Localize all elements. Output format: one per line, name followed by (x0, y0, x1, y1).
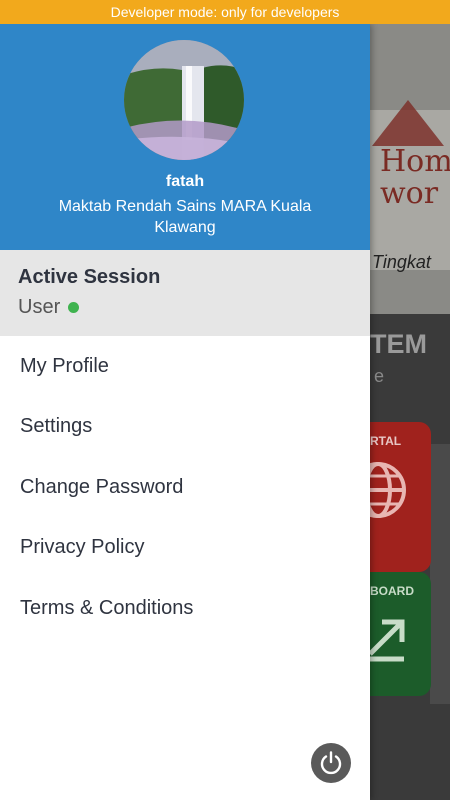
menu-item-label: My Profile (20, 354, 109, 377)
menu-item-terms-conditions[interactable]: Terms & Conditions (0, 578, 370, 639)
menu-item-change-password[interactable]: Change Password (0, 457, 370, 518)
section-subtitle: e (374, 366, 385, 386)
dashboard-card[interactable]: BOARD (370, 572, 431, 696)
user-school: Maktab Rendah Sains MARA Kuala Klawang (58, 198, 312, 236)
user-name: fatah (165, 173, 205, 190)
dashboard-card-label: BOARD (370, 584, 414, 598)
section-title: TEM (370, 329, 427, 359)
developer-mode-text: Developer mode: only for developers (110, 4, 340, 20)
session-role: User (18, 296, 80, 319)
developer-mode-banner: Developer mode: only for developers (0, 0, 450, 24)
menu-item-my-profile[interactable]: My Profile (0, 336, 370, 397)
menu-item-label: Terms & Conditions (20, 596, 194, 619)
portal-card-label: RTAL (370, 434, 402, 448)
drawer-menu: My Profile Settings Change Password Priv… (0, 336, 370, 639)
expand-arrow-icon (370, 619, 405, 662)
waterfall-photo (124, 40, 244, 160)
logout-button[interactable] (311, 743, 351, 783)
active-session-panel: Active Session User (0, 250, 370, 336)
avatar[interactable] (124, 40, 244, 160)
session-role-label: User (18, 296, 61, 318)
drawer-header: fatah Maktab Rendah Sains MARA Kuala Kla… (0, 24, 370, 250)
power-icon (320, 751, 342, 775)
menu-item-label: Privacy Policy (20, 536, 145, 559)
menu-item-label: Settings (20, 415, 93, 438)
menu-item-label: Change Password (20, 475, 184, 498)
navigation-drawer: fatah Maktab Rendah Sains MARA Kuala Kla… (0, 24, 370, 800)
menu-item-privacy-policy[interactable]: Privacy Policy (0, 518, 370, 579)
menu-item-settings[interactable]: Settings (0, 397, 370, 458)
background-strip (430, 444, 450, 704)
background-app: Hom wor Tingkat TEM e RTAL BOARD (370, 24, 450, 800)
globe-icon (370, 462, 406, 518)
session-title: Active Session (18, 266, 161, 288)
banner-caption: Tingkat (372, 252, 431, 272)
house-roof-drawing (372, 100, 444, 146)
online-status-dot (68, 302, 80, 313)
banner-text: Hom wor (380, 144, 450, 211)
portal-card[interactable]: RTAL (370, 422, 431, 572)
